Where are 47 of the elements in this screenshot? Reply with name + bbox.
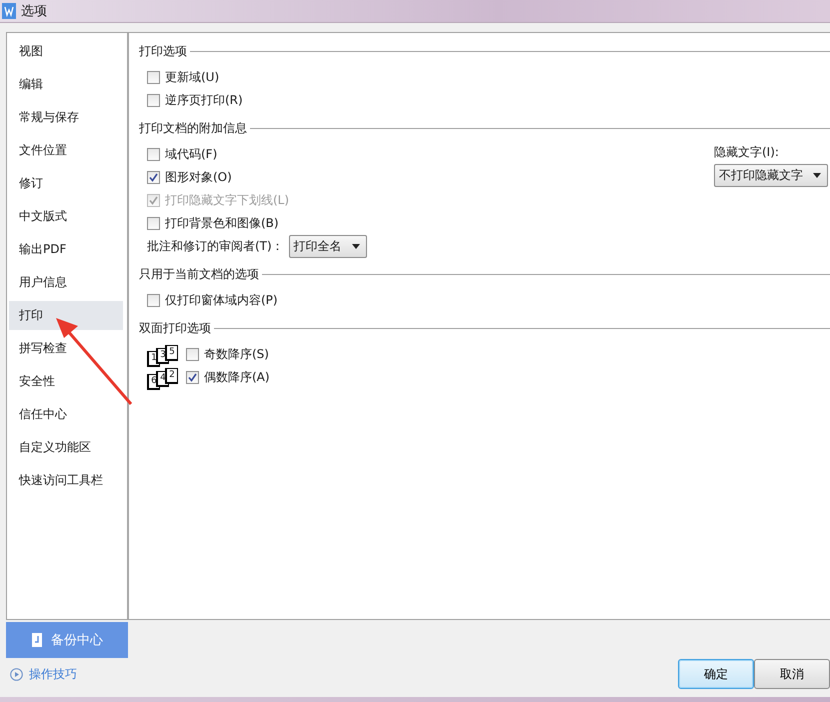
dropdown[interactable]: 不打印隐藏文字 [714,164,828,187]
sidebar-item[interactable]: 打印 [9,301,123,330]
sidebar-item[interactable]: 拼写检查 [9,334,123,363]
dialog-button[interactable]: 确定 [678,659,754,689]
dialog-button[interactable]: 取消 [754,659,830,689]
section-title: 双面打印选项 [139,320,211,336]
checkbox-label: 偶数降序(A) [204,369,270,386]
section-title: 打印文档的附加信息 [139,120,247,136]
sidebar-item[interactable]: 编辑 [9,70,123,99]
dropdown[interactable]: 打印全名 [288,235,367,258]
field-label: 批注和修订的审阅者(T)： [147,238,284,255]
field-label: 隐藏文字(I): [714,144,780,161]
sidebar-item[interactable]: 信任中心 [9,400,123,429]
sidebar-item[interactable]: 自定义功能区 [9,433,123,462]
window-title: 选项 [21,3,47,20]
sidebar-item[interactable]: 安全性 [9,367,123,396]
play-icon [10,668,23,681]
checkbox-label: 仅打印窗体域内容(P) [165,292,278,309]
sidebar-item[interactable]: 快速访问工具栏 [9,466,123,495]
checkbox[interactable] [147,171,160,184]
checkbox[interactable] [186,348,199,361]
checkbox-label: 域代码(F) [165,146,218,163]
checkbox-label: 打印隐藏文字下划线(L) [165,192,290,209]
caret-icon [813,173,821,178]
checkbox-label: 奇数降序(S) [204,346,269,363]
checkbox[interactable] [147,94,160,107]
sidebar-item[interactable]: 修订 [9,169,123,198]
sidebar-item[interactable]: 中文版式 [9,202,123,231]
checkbox[interactable] [186,371,199,384]
document-icon [31,632,43,648]
checkbox-label: 逆序页打印(R) [165,92,243,109]
tips-link[interactable]: 操作技巧 [29,666,77,683]
sidebar-item[interactable]: 文件位置 [9,136,123,165]
checkbox-label: 更新域(U) [165,69,220,86]
checkbox[interactable] [147,294,160,307]
checkbox[interactable] [147,148,160,161]
checkbox[interactable] [147,71,160,84]
sidebar-item[interactable]: 输出PDF [9,235,123,264]
checkbox-label: 图形对象(O) [165,169,232,186]
sidebar-item[interactable]: 常规与保存 [9,103,123,132]
section-title: 只用于当前文档的选项 [139,266,259,282]
caret-icon [352,244,360,249]
checkbox-label: 打印背景色和图像(B) [165,215,279,232]
section-title: 打印选项 [139,42,187,60]
checkbox[interactable] [147,217,160,230]
sidebar-item[interactable]: 视图 [9,37,123,66]
sidebar-item[interactable]: 用户信息 [9,268,123,297]
